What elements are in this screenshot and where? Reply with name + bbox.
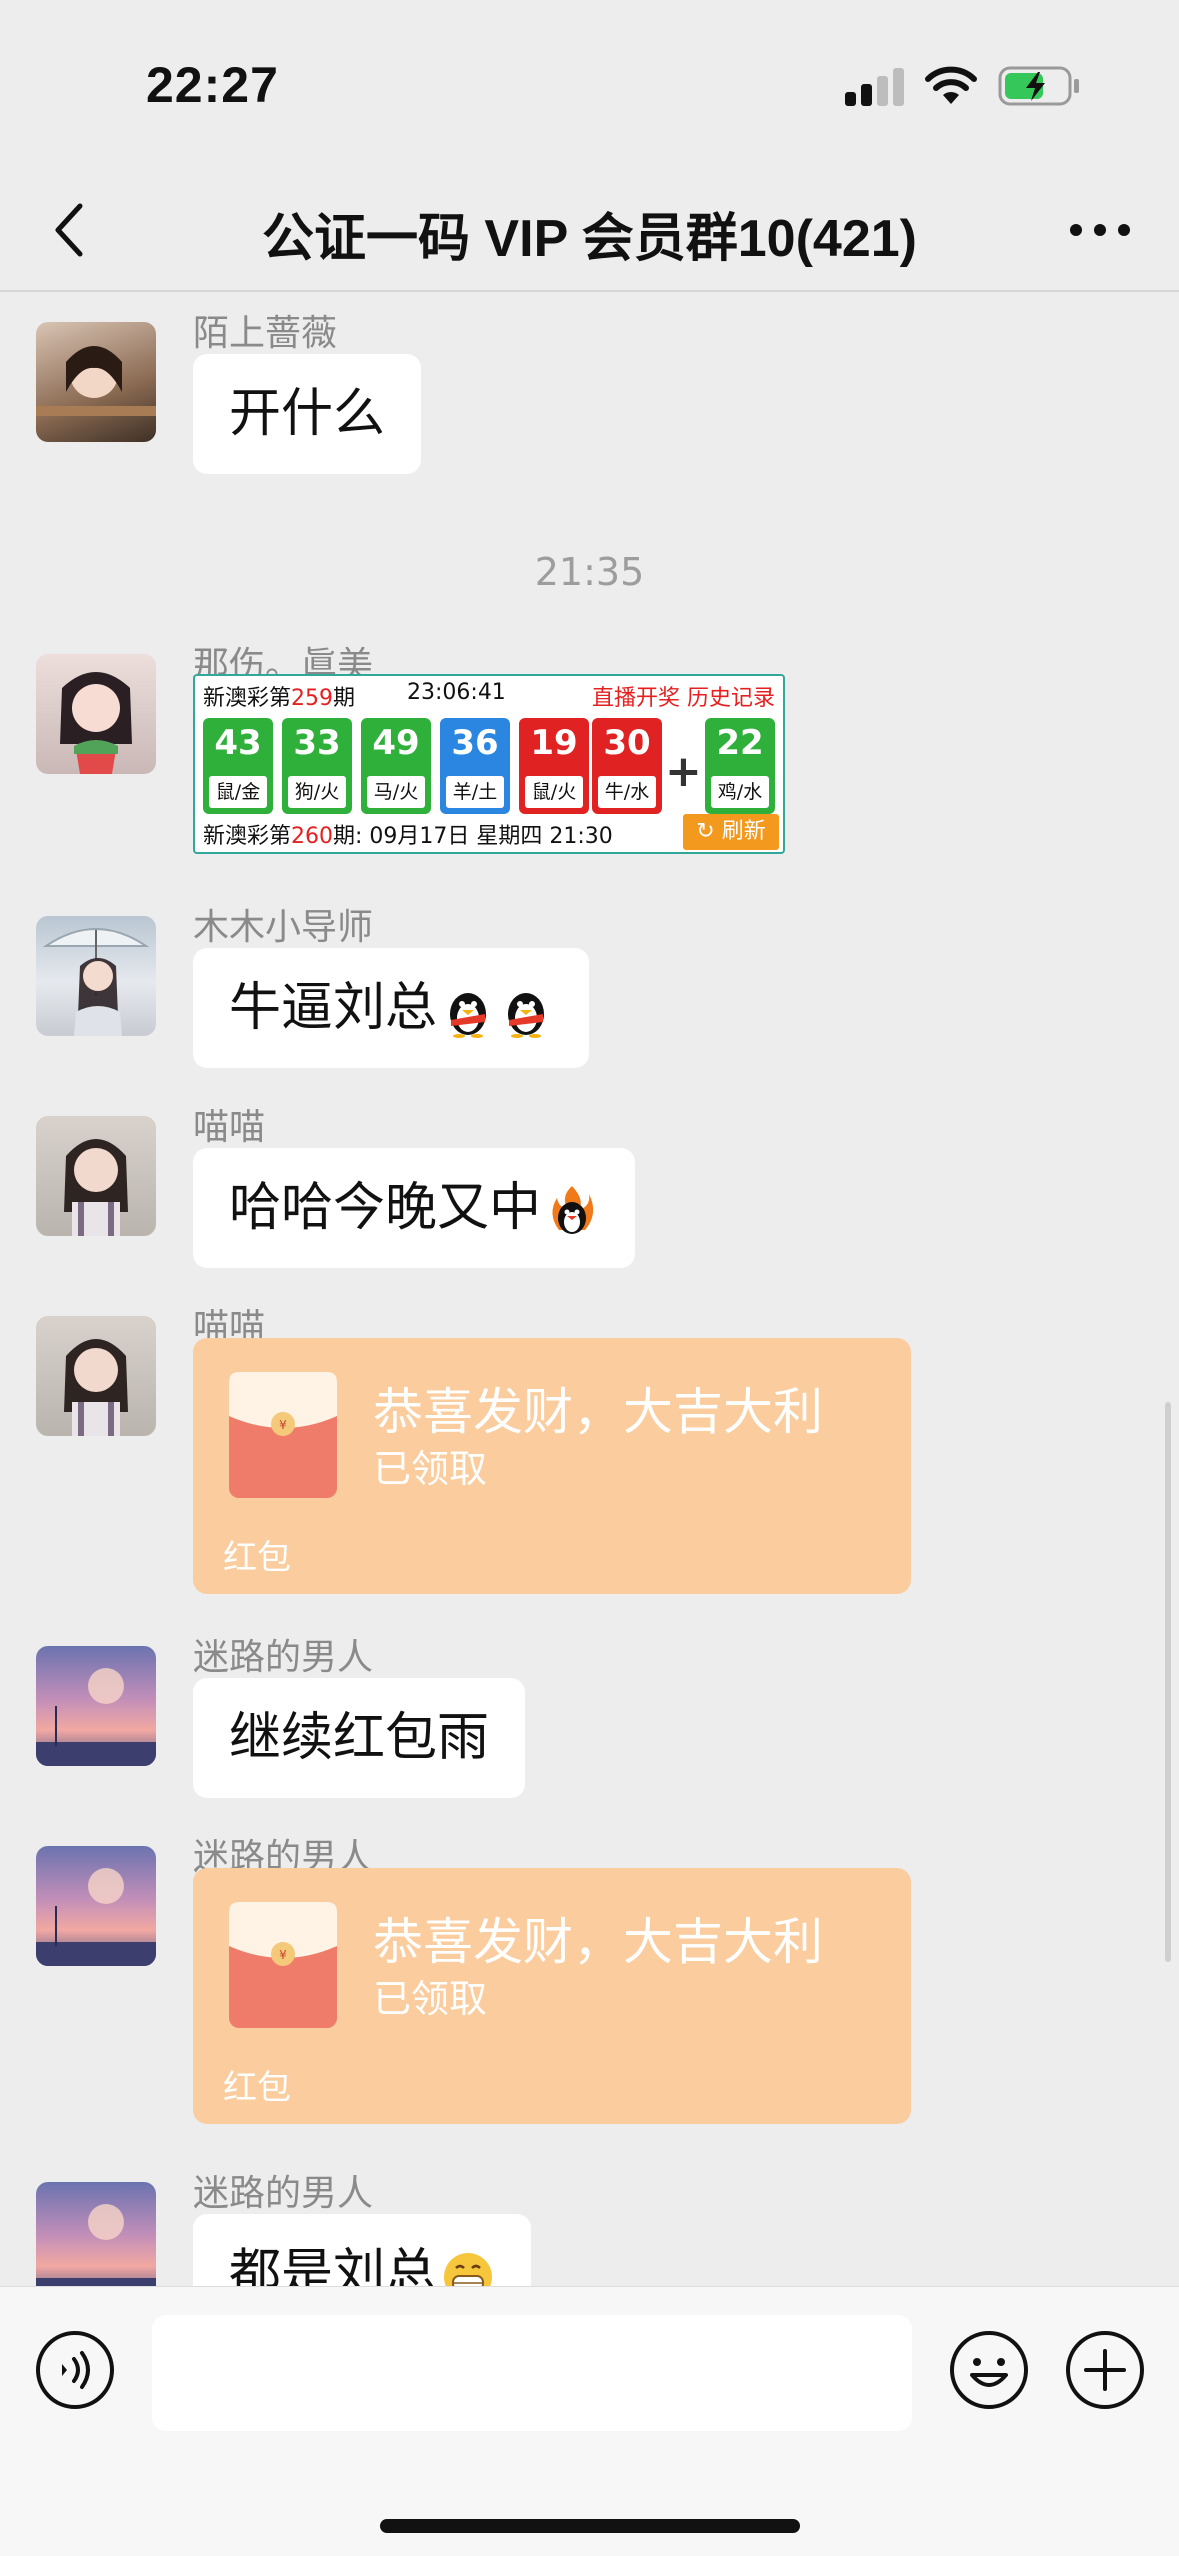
message-input[interactable] [152, 2315, 912, 2431]
battery-charging-icon [998, 66, 1079, 106]
lottery-ball: 19 鼠/火 [519, 718, 589, 814]
sender-name: 迷路的男人 [193, 1637, 374, 1678]
red-packet-icon: ¥ [229, 1902, 337, 2028]
message-bubble[interactable]: 牛逼刘总 [193, 948, 590, 1068]
lottery-ball: 33 狗/火 [282, 718, 352, 814]
red-packet-icon: ¥ [229, 1372, 337, 1498]
status-time: 22:27 [146, 57, 279, 113]
avatar[interactable] [36, 916, 156, 1036]
avatar[interactable] [36, 1846, 156, 1966]
lottery-ball: 49 马/火 [361, 718, 431, 814]
emoji-icon[interactable] [948, 2329, 1030, 2411]
cellular-signal-icon [845, 66, 905, 106]
penguin-fire-emoji-icon [552, 1186, 594, 1234]
next-draw-info: 新澳彩第260期: 09月17日 星期四 21:30 [203, 824, 613, 849]
sender-name: 陌上蔷薇 [193, 313, 338, 354]
time-divider: 21:35 [534, 550, 645, 594]
plus-sign: + [665, 746, 702, 797]
svg-text:¥: ¥ [279, 1948, 287, 1962]
avatar[interactable] [36, 1116, 156, 1236]
red-packet-card[interactable]: ¥ 恭喜发财，大吉大利 已领取 红包 [193, 1338, 911, 1594]
avatar[interactable] [36, 1316, 156, 1436]
svg-text:¥: ¥ [279, 1418, 287, 1432]
sender-name: 迷路的男人 [193, 2173, 374, 2214]
penguin-emoji-icon [450, 993, 487, 1038]
voice-input-icon[interactable] [34, 2329, 116, 2411]
penguin-emoji-icon [508, 993, 545, 1038]
refresh-button[interactable]: ↻ 刷新 [683, 814, 779, 850]
packet-label: 红包 [223, 1538, 291, 1578]
plus-icon[interactable] [1064, 2329, 1146, 2411]
sender-name: 木木小导师 [193, 907, 374, 948]
message-bubble[interactable]: 继续红包雨 [193, 1678, 526, 1798]
packet-title: 恭喜发财，大吉大利 [373, 1913, 823, 1971]
lottery-links: 直播开奖 历史记录 [592, 686, 775, 711]
lottery-issue: 新澳彩第259期 [203, 686, 356, 711]
message-bubble[interactable]: 开什么 [193, 354, 422, 474]
chat-title: 公证一码 VIP 会员群10(421) [261, 210, 917, 268]
refresh-icon: ↻ [696, 819, 722, 844]
lottery-ball: 36 羊/土 [440, 718, 510, 814]
avatar[interactable] [36, 1646, 156, 1766]
avatar[interactable] [36, 654, 156, 774]
grimace-emoji-icon [444, 2253, 493, 2286]
lottery-result-image[interactable]: 新澳彩第259期 23:06:41 直播开奖 历史记录 43 鼠/金 33 狗/火 … [193, 674, 785, 854]
status-bar: 22:27 [0, 0, 1179, 170]
packet-status: 已领取 [373, 1447, 488, 1491]
avatar[interactable] [36, 322, 156, 442]
scrollbar[interactable] [1165, 1402, 1171, 1962]
message-list[interactable]: 陌上蔷薇 开什么 21:35 那伤。眞美 新澳彩第259期 23:06:41 直… [0, 292, 1179, 2286]
more-options-icon[interactable] [1070, 218, 1140, 242]
wifi-icon [925, 66, 977, 104]
sender-name: 喵喵 [193, 1107, 266, 1148]
message-bubble[interactable]: 哈哈今晚又中 [193, 1148, 636, 1268]
avatar[interactable] [36, 2182, 156, 2286]
red-packet-card[interactable]: ¥ 恭喜发财，大吉大利 已领取 红包 [193, 1868, 911, 2124]
chat-header: 公证一码 VIP 会员群10(421) [0, 170, 1179, 292]
message-bubble[interactable]: 都是刘总 [193, 2214, 532, 2286]
packet-label: 红包 [223, 2068, 291, 2108]
lottery-countdown: 23:06:41 [407, 680, 506, 705]
packet-title: 恭喜发财，大吉大利 [373, 1383, 823, 1441]
packet-status: 已领取 [373, 1977, 488, 2021]
lottery-ball: 22 鸡/水 [705, 718, 775, 814]
home-indicator[interactable] [380, 2519, 800, 2533]
lottery-ball: 30 牛/水 [592, 718, 662, 814]
input-bar [0, 2286, 1179, 2556]
lottery-ball: 43 鼠/金 [203, 718, 273, 814]
